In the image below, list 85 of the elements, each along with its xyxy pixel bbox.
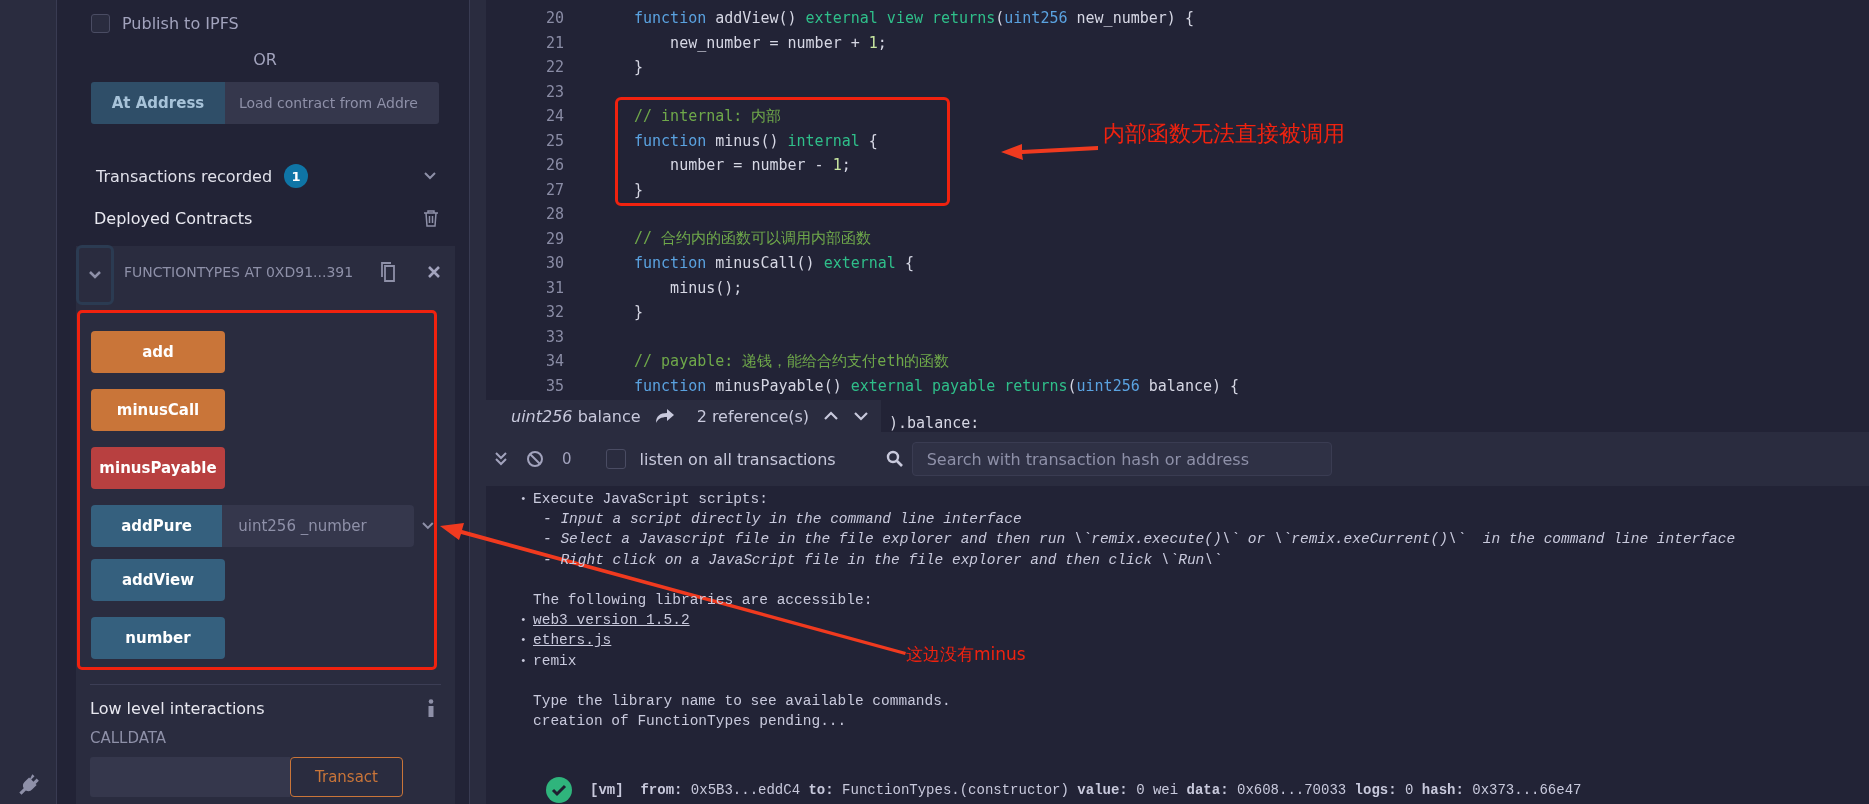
chevron-down-icon[interactable] — [422, 522, 434, 530]
chevron-up-icon[interactable] — [823, 411, 840, 421]
annotation-text: 内部函数无法直接被调用 — [1103, 120, 1345, 148]
line-number: 20 — [544, 9, 564, 28]
code-line: } — [634, 303, 644, 322]
publish-checkbox[interactable] — [91, 13, 110, 33]
clear-icon[interactable] — [526, 450, 544, 468]
code-line: function minus() internal { — [634, 131, 878, 150]
transact-button[interactable]: Transact — [290, 757, 403, 797]
close-icon[interactable] — [427, 265, 441, 279]
function-button[interactable]: addView — [91, 559, 225, 601]
publish-label: Publish to IPFS — [122, 13, 239, 33]
line-number: 21 — [544, 33, 564, 52]
deployed-contracts-label: Deployed Contracts — [94, 208, 253, 228]
transactions-recorded-label: Transactions recorded — [96, 166, 273, 186]
calldata-label: CALLDATA — [90, 729, 168, 747]
chevron-down-icon[interactable] — [423, 171, 437, 181]
or-label: OR — [252, 50, 278, 69]
collapse-icon[interactable] — [494, 451, 508, 467]
bullet-mark: • — [520, 634, 528, 647]
argument-field[interactable]: uint256 _number — [222, 505, 415, 547]
line-number: 25 — [544, 131, 564, 150]
chevron-down-icon — [88, 270, 102, 280]
at-address-button[interactable]: At Address — [91, 82, 225, 124]
search-field[interactable]: Search with transaction hash or address — [911, 442, 1332, 476]
line-number: 23 — [544, 82, 564, 101]
line-number: 22 — [544, 58, 564, 77]
line-number: 26 — [544, 156, 564, 175]
count-badge: 1 — [284, 164, 309, 188]
line-number: 27 — [544, 180, 564, 199]
terminal-line: - Right click on a JavaScript file in the file explorer and then click \`Run\` — [543, 551, 1222, 568]
line-number: 31 — [544, 278, 564, 297]
annotation-text: 这边没有minus — [906, 643, 1026, 666]
terminal-line: Execute JavaScript scripts: — [533, 491, 768, 508]
library-link[interactable]: ethers.js — [533, 632, 612, 649]
function-button[interactable]: minusCall — [91, 389, 225, 431]
code-line: function minusPayable() external payable returns(uint256 balance) { — [634, 376, 1240, 395]
terminal-line: Type the library name to see available commands. — [533, 692, 951, 709]
info-icon[interactable] — [427, 699, 435, 717]
listen-label: listen on all transactions — [639, 449, 836, 469]
library-link[interactable]: web3 version 1.5.2 — [533, 612, 690, 629]
line-number: 35 — [544, 376, 564, 395]
line-number: 28 — [544, 205, 564, 224]
code-line: minus(); — [669, 278, 743, 297]
line-number: 33 — [544, 327, 564, 346]
transaction-log: [vm] from: 0x5B3...eddC4 to: FunctionTypes.(constructor) value: 0 wei data: 0x608...70033 logs: 0 hash: 0x373...66e47 — [590, 782, 1582, 799]
chevron-down-icon[interactable] — [853, 411, 870, 421]
calldata-field[interactable] — [90, 757, 290, 797]
address-field[interactable]: Load contract from Addre — [225, 82, 439, 124]
references-label: 2 reference(s) — [696, 406, 810, 426]
code-line: function addView() external view returns(uint256 new_number) { — [634, 9, 1194, 28]
contract-title: FUNCTIONTYPES AT 0XD91...391 — [124, 264, 355, 280]
code-line: number = number - 1; — [669, 156, 851, 175]
terminal-line: - Input a script directly in the command line interface — [543, 511, 1022, 528]
line-number: 32 — [544, 303, 564, 322]
terminal-line: - Select a Javascript file in the file explorer and then run \`remix.execute()\` or \`remix.exeCurrent()\` in the command line interface — [543, 531, 1736, 548]
function-button[interactable]: number — [91, 617, 225, 659]
line-number: 30 — [544, 254, 564, 273]
line-number: 24 — [544, 107, 564, 126]
code-line: new_number = number + 1; — [669, 33, 887, 52]
code-line: } — [634, 58, 644, 77]
bullet-mark: • — [520, 493, 528, 506]
listen-checkbox[interactable] — [605, 449, 626, 469]
share-arrow-icon[interactable] — [654, 408, 675, 424]
line-number: 29 — [544, 229, 564, 248]
code-line: ).balance: — [889, 414, 980, 432]
trash-icon[interactable] — [423, 209, 439, 227]
line-number: 34 — [544, 352, 564, 371]
terminal-line: remix — [533, 652, 577, 669]
collapse-toggle[interactable] — [76, 245, 114, 305]
bullet-mark: • — [520, 654, 528, 667]
terminal-line: creation of FunctionTypes pending... — [533, 713, 847, 730]
function-button[interactable]: addPure — [91, 505, 223, 547]
code-line: // payable: 递钱，能给合约支付eth的函数 — [634, 351, 950, 371]
type-label: uint256 balance — [511, 406, 641, 426]
low-level-title: Low level interactions — [90, 698, 265, 718]
function-button[interactable]: add — [91, 331, 225, 373]
code-line: function minusCall() external { — [634, 254, 914, 273]
search-icon[interactable] — [885, 450, 904, 468]
function-button[interactable]: minusPayable — [91, 447, 225, 489]
pending-count: 0 — [562, 450, 572, 468]
bullet-mark: • — [520, 614, 528, 627]
code-line: // internal: 内部 — [634, 106, 782, 126]
code-line: // 合约内的函数可以调用内部函数 — [634, 229, 872, 249]
code-line: } — [634, 180, 644, 199]
